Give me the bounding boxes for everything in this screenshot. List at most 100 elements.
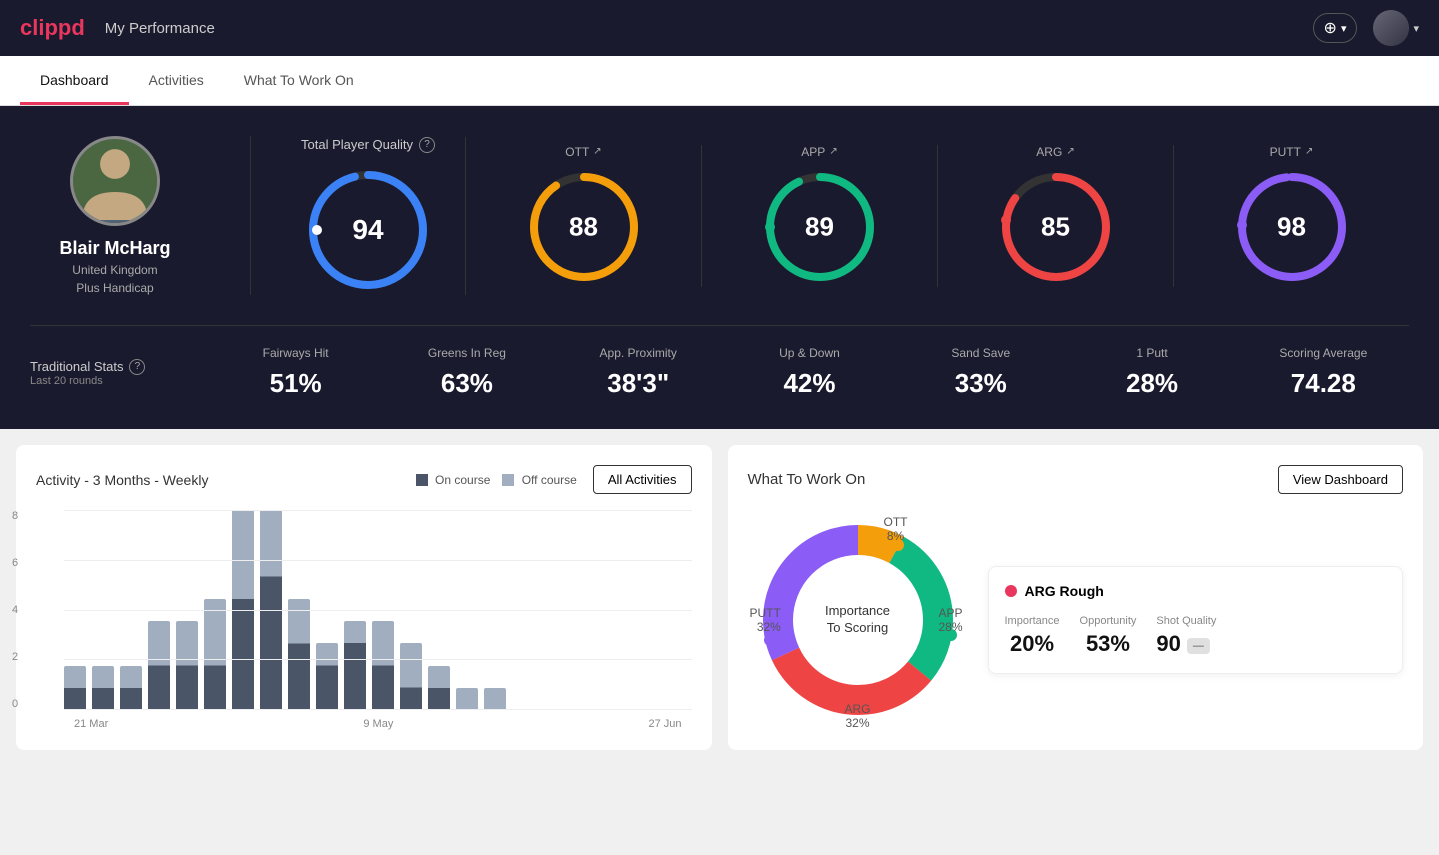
bar-1 xyxy=(92,666,114,710)
sub-scores: OTT ↗ 88 APP ↗ xyxy=(466,145,1409,287)
all-activities-button[interactable]: All Activities xyxy=(593,465,692,494)
stat-fairways-label: Fairways Hit xyxy=(210,346,381,360)
bar-10 xyxy=(344,621,366,710)
bar-8 xyxy=(288,599,310,710)
chart-legend: On course Off course xyxy=(416,473,577,487)
putt-dot xyxy=(764,634,776,646)
donut-label-text: ImportanceTo Scoring xyxy=(825,603,890,637)
shot-quality-value: 90 xyxy=(1156,631,1180,657)
app-trend: ↗ xyxy=(829,146,837,157)
dropdown-arrow: ▾ xyxy=(1341,22,1347,35)
stat-sandsave-value: 33% xyxy=(895,368,1066,399)
avatar-image xyxy=(1373,10,1409,46)
user-dropdown-arrow: ▾ xyxy=(1413,22,1419,35)
shot-quality-badge: — xyxy=(1187,638,1210,654)
bottom-panels: Activity - 3 Months - Weekly On course O… xyxy=(0,429,1439,766)
player-country: United Kingdom xyxy=(72,263,157,277)
stat-proximity-label: App. Proximity xyxy=(553,346,724,360)
stat-scoring-value: 74.28 xyxy=(1238,368,1409,399)
off-course-dot xyxy=(502,474,514,486)
hero-section: Blair McHarg United Kingdom Plus Handica… xyxy=(0,106,1439,429)
work-on-header: What To Work On View Dashboard xyxy=(748,465,1404,494)
work-on-title: What To Work On xyxy=(748,471,866,488)
importance-value: 20% xyxy=(1005,631,1060,657)
putt-score: PUTT ↗ 98 xyxy=(1174,145,1409,287)
bar-group-13 xyxy=(428,666,450,710)
bar-group-3 xyxy=(148,621,170,710)
nav-right: ⊕ ▾ ▾ xyxy=(1313,10,1419,46)
arg-ring: 85 xyxy=(996,167,1116,287)
stats-bar: Traditional Stats ? Last 20 rounds Fairw… xyxy=(30,325,1409,399)
bar-chart xyxy=(64,510,692,710)
app-label: APP ↗ xyxy=(801,145,837,159)
total-quality-ring: 94 xyxy=(303,165,433,295)
bar-4 xyxy=(176,621,198,710)
add-button[interactable]: ⊕ ▾ xyxy=(1313,13,1358,43)
putt-segment-label: PUTT 32% xyxy=(750,606,781,634)
ott-segment-label: OTT 8% xyxy=(884,515,908,543)
stat-scoring: Scoring Average 74.28 xyxy=(1238,346,1409,399)
donut-chart: ImportanceTo Scoring OTT 8% APP 28% ARG … xyxy=(748,510,968,730)
app-score: APP ↗ 89 xyxy=(702,145,938,287)
opportunity-label: Opportunity xyxy=(1080,615,1137,627)
stat-greens-label: Greens In Reg xyxy=(381,346,552,360)
bar-0 xyxy=(64,666,86,710)
tab-dashboard[interactable]: Dashboard xyxy=(20,56,129,105)
player-profile: Blair McHarg United Kingdom Plus Handica… xyxy=(30,136,230,295)
app-ring: 89 xyxy=(760,167,880,287)
logo: clippd xyxy=(20,15,85,41)
stat-greens: Greens In Reg 63% xyxy=(381,346,552,399)
putt-trend: ↗ xyxy=(1305,146,1313,157)
player-handicap: Plus Handicap xyxy=(76,281,153,295)
bar-3 xyxy=(148,621,170,710)
activity-panel: Activity - 3 Months - Weekly On course O… xyxy=(16,445,712,750)
stat-oneputt: 1 Putt 28% xyxy=(1066,346,1237,399)
ott-score: OTT ↗ 88 xyxy=(466,145,702,287)
bar-14 xyxy=(456,688,478,710)
stats-help-icon[interactable]: ? xyxy=(129,359,145,375)
bar-group-11 xyxy=(372,621,394,710)
avatar-svg xyxy=(73,139,157,223)
nav-left: clippd My Performance xyxy=(20,15,215,41)
traditional-stats-label: Traditional Stats xyxy=(30,359,123,374)
hero-top: Blair McHarg United Kingdom Plus Handica… xyxy=(30,136,1409,295)
plus-icon: ⊕ xyxy=(1324,18,1337,38)
opportunity-metric: Opportunity 53% xyxy=(1080,615,1137,657)
bar-6 xyxy=(232,510,254,710)
chart-controls: On course Off course All Activities xyxy=(416,465,692,494)
putt-score-value: 98 xyxy=(1277,211,1306,242)
app-score-value: 89 xyxy=(805,211,834,242)
logo-text: clippd xyxy=(20,15,85,41)
arg-label: ARG ↗ xyxy=(1036,145,1074,159)
chart-inner: 21 Mar 9 May 27 Jun xyxy=(64,510,692,730)
user-menu[interactable]: ▾ xyxy=(1373,10,1419,46)
traditional-stats-header: Traditional Stats ? xyxy=(30,359,210,375)
player-name: Blair McHarg xyxy=(59,238,170,259)
info-card-title-text: ARG Rough xyxy=(1025,583,1104,599)
bar-15 xyxy=(484,688,506,710)
view-dashboard-button[interactable]: View Dashboard xyxy=(1278,465,1403,494)
importance-label: Importance xyxy=(1005,615,1060,627)
stat-updown-label: Up & Down xyxy=(724,346,895,360)
bar-9 xyxy=(316,643,338,710)
tab-what-to-work-on[interactable]: What To Work On xyxy=(224,56,374,105)
work-on-content: ImportanceTo Scoring OTT 8% APP 28% ARG … xyxy=(748,510,1404,730)
info-card-title: ARG Rough xyxy=(1005,583,1387,599)
bar-12 xyxy=(400,643,422,710)
bar-group-8 xyxy=(288,599,310,710)
bar-group-14 xyxy=(456,688,478,710)
help-icon[interactable]: ? xyxy=(419,137,435,153)
arg-trend: ↗ xyxy=(1066,146,1074,157)
tab-activities[interactable]: Activities xyxy=(129,56,224,105)
bar-group-1 xyxy=(92,666,114,710)
shot-quality-row: 90 — xyxy=(1156,631,1216,657)
ott-ring: 88 xyxy=(524,167,644,287)
putt-ring: 98 xyxy=(1232,167,1352,287)
ott-label: OTT ↗ xyxy=(565,145,601,159)
stat-sandsave-label: Sand Save xyxy=(895,346,1066,360)
arg-segment-label: ARG 32% xyxy=(844,702,870,730)
stat-updown: Up & Down 42% xyxy=(724,346,895,399)
legend-on-course: On course xyxy=(416,473,491,487)
bar-group-10 xyxy=(344,621,366,710)
stat-sandsave: Sand Save 33% xyxy=(895,346,1066,399)
